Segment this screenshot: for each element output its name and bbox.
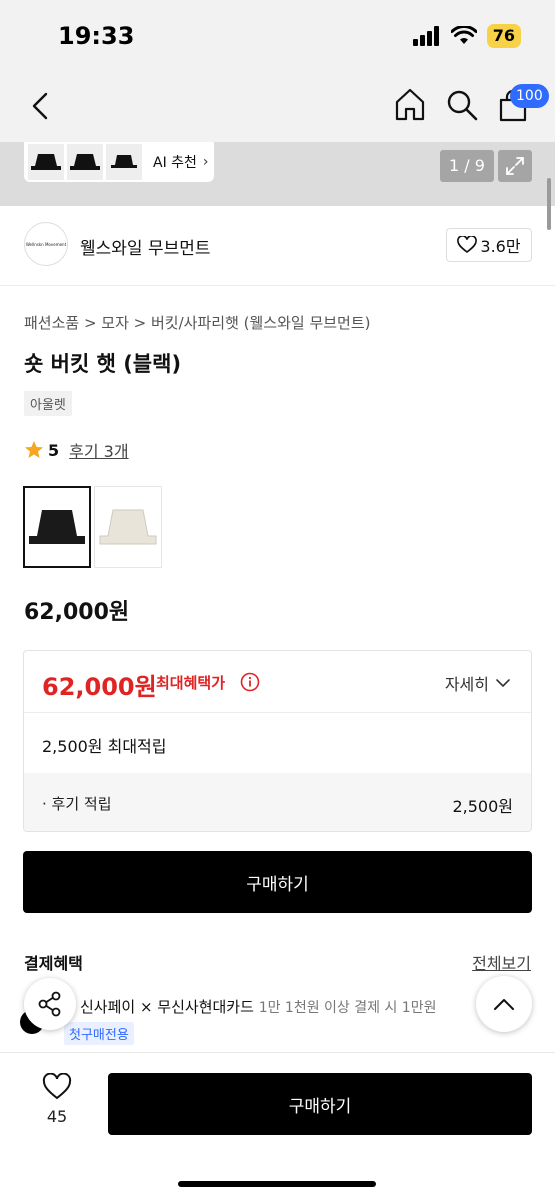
search-icon[interactable] (444, 86, 480, 124)
benefit-box: 62,000원 최대혜택가 자세히 2,500원 최대적립 · 후기 적립 2,… (23, 650, 532, 832)
review-points-label: · 후기 적립 (42, 795, 112, 813)
wifi-icon (450, 26, 477, 44)
payment-card-name: 신사페이 × 무신사현대카드 (80, 998, 254, 1016)
image-page-indicator: 1 / 9 (440, 150, 494, 182)
product-price: 62,000원 (24, 600, 130, 625)
bottom-purchase-bar: 45 구매하기 (0, 1052, 555, 1200)
ai-thumbnail (28, 144, 64, 180)
payment-benefit-line[interactable]: 신사페이 × 무신사현대카드 1만 1천원 이상 결제 시 1만원 (80, 996, 480, 1017)
star-icon (25, 441, 43, 458)
max-benefit-row[interactable]: 62,000원 최대혜택가 자세히 (24, 651, 531, 713)
color-option-black[interactable] (23, 486, 91, 568)
hat-icon (29, 510, 85, 544)
breadcrumb[interactable]: 패션소품 > 모자 > 버킷/사파리햇 (웰스와일 무브먼트) (24, 312, 371, 333)
chevron-up-icon (494, 999, 514, 1010)
brand-logo[interactable]: Wellnskn Movement (24, 222, 68, 266)
product-title: 숏 버킷 햇 (블랙) (24, 352, 182, 376)
info-icon[interactable] (240, 672, 260, 692)
status-bar: 19:33 76 (0, 0, 555, 72)
brand-like-count: 3.6만 (480, 237, 521, 256)
ai-thumbnail (106, 144, 142, 180)
rating-score: 5 (48, 440, 60, 460)
max-points-row: 2,500원 최대적립 (42, 737, 167, 756)
product-image-gallery[interactable]: AI 추천 › 1 / 9 (0, 142, 555, 206)
hat-icon (99, 509, 157, 545)
share-icon (38, 991, 61, 1017)
product-like-button[interactable]: 45 (30, 1072, 84, 1126)
chevron-left-icon[interactable] (26, 88, 56, 124)
brand-name[interactable]: 웰스와일 무브먼트 (80, 234, 211, 259)
detail-label: 자세히 (444, 675, 489, 694)
review-link[interactable]: 후기 3개 (69, 438, 128, 462)
color-option-ivory[interactable] (94, 486, 162, 568)
payment-benefits-title: 결제혜택 (24, 954, 83, 973)
review-points-row: · 후기 적립 2,500원 (24, 773, 531, 831)
first-purchase-tag: 첫구매전용 (64, 1022, 134, 1045)
brand-like-button[interactable]: 3.6만 (446, 228, 532, 262)
payment-condition: 1만 1천원 이상 결제 시 1만원 (258, 1000, 437, 1016)
share-button[interactable] (24, 978, 76, 1030)
status-time: 19:33 (58, 22, 135, 50)
product-like-count: 45 (46, 1107, 68, 1126)
buy-button[interactable]: 구매하기 (23, 851, 532, 913)
chevron-down-icon (496, 679, 510, 688)
hat-icon (31, 154, 61, 170)
signal-icon (412, 26, 439, 46)
max-benefit-price: 62,000원 (42, 673, 157, 701)
bottom-buy-button[interactable]: 구매하기 (108, 1073, 532, 1135)
hat-icon (111, 155, 137, 168)
home-indicator (178, 1181, 376, 1187)
ai-thumbnail (67, 144, 103, 180)
scroll-top-button[interactable] (476, 976, 532, 1032)
home-icon[interactable] (392, 86, 428, 124)
heart-icon (42, 1072, 72, 1100)
ai-recommend-label: AI 추천 (153, 155, 197, 171)
cart-count-badge: 100 (510, 84, 549, 108)
expand-icon (506, 157, 524, 175)
brand-row[interactable]: Wellnskn Movement 웰스와일 무브먼트 3.6만 (0, 206, 555, 286)
hat-icon (70, 154, 100, 170)
max-benefit-label: 최대혜택가 (156, 674, 226, 692)
status-icons: 76 (412, 24, 521, 48)
ai-recommendation-card[interactable]: AI 추천 › (24, 142, 214, 182)
review-points-value: 2,500원 (452, 797, 513, 816)
detail-button[interactable]: 자세히 (445, 671, 511, 695)
expand-button[interactable] (498, 150, 532, 182)
chevron-right-icon: › (202, 154, 209, 170)
rating-row: 5 후기 3개 (24, 438, 129, 462)
heart-icon (457, 236, 478, 254)
battery-indicator: 76 (486, 24, 521, 48)
outlet-tag: 아울렛 (24, 391, 72, 416)
view-all-link[interactable]: 전체보기 (472, 950, 531, 974)
nav-bar (0, 72, 555, 142)
